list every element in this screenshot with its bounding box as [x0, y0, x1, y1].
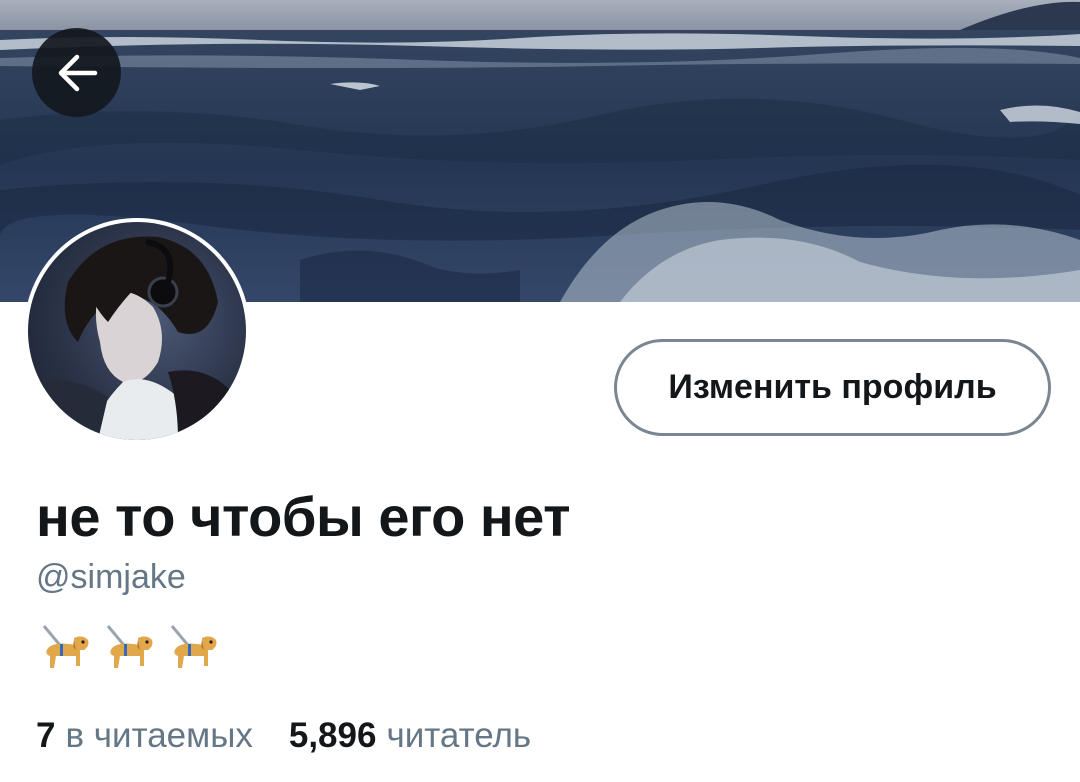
following-stat[interactable]: 7 в читаемых	[36, 716, 253, 756]
display-name: не то чтобы его нет	[36, 485, 571, 548]
avatar-image	[28, 222, 246, 440]
guide-dog-icon	[98, 620, 156, 678]
profile-stats: 7 в читаемых 5,896 читатель	[36, 716, 531, 756]
back-button[interactable]	[32, 28, 121, 117]
arrow-left-icon	[55, 51, 99, 95]
followers-stat[interactable]: 5,896 читатель	[289, 716, 531, 756]
edit-profile-button[interactable]: Изменить профиль	[614, 339, 1051, 436]
avatar[interactable]	[24, 218, 250, 444]
following-count: 7	[36, 716, 56, 755]
following-label: в читаемых	[65, 716, 253, 755]
username-handle: @simjake	[36, 558, 186, 596]
profile-page: Изменить профиль не то чтобы его нет @si…	[0, 0, 1080, 782]
followers-label: читатель	[386, 716, 532, 755]
bio	[34, 620, 220, 678]
followers-count: 5,896	[288, 716, 377, 755]
guide-dog-icon	[162, 620, 220, 678]
guide-dog-icon	[34, 620, 92, 678]
